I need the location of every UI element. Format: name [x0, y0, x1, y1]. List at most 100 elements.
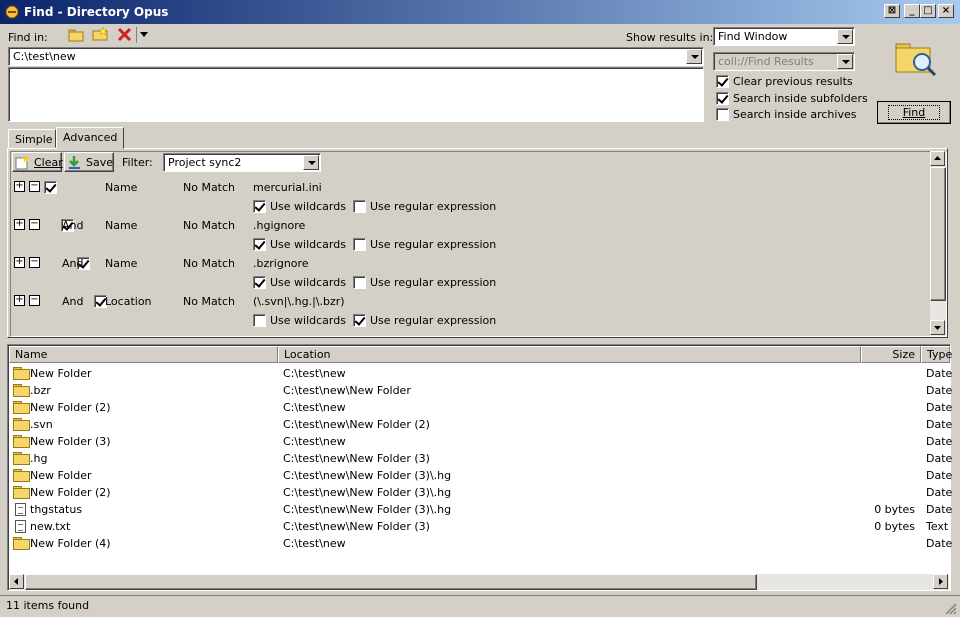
add-clause-icon[interactable]: + — [14, 181, 25, 192]
clause-field[interactable]: Location — [105, 295, 152, 308]
table-row[interactable]: New Folder (2) C:\test\new\New Folder (3)… — [9, 484, 952, 501]
scroll-left-icon[interactable] — [9, 574, 24, 589]
add-clause-icon[interactable]: + — [14, 219, 25, 230]
result-type: Date — [926, 537, 953, 550]
clause-value[interactable]: mercurial.ini — [253, 181, 322, 194]
use-wildcards-checkbox[interactable]: Use wildcards — [253, 275, 346, 289]
scroll-thumb[interactable] — [930, 167, 946, 301]
tab-advanced[interactable]: Advanced — [56, 127, 124, 149]
use-regex-checkbox[interactable]: Use regular expression — [353, 275, 496, 289]
clause-value[interactable]: (\.svn|\.hg.|\.bzr) — [253, 295, 345, 308]
column-header-size[interactable]: Size — [861, 346, 921, 363]
browse-folder-icon[interactable] — [68, 27, 84, 43]
table-row[interactable]: New Folder (4) C:\test\new Date — [9, 535, 953, 552]
maximize-button[interactable]: □ — [920, 4, 936, 18]
checkbox-unchecked[interactable] — [716, 107, 729, 121]
scroll-down-icon[interactable] — [930, 320, 945, 335]
checkbox-unchecked[interactable] — [253, 313, 266, 327]
table-row[interactable]: New Folder (2) C:\test\new Date — [9, 399, 953, 416]
close-button[interactable]: × — [938, 4, 954, 18]
minimize-button[interactable]: _ — [904, 4, 920, 18]
checkbox-checked[interactable] — [353, 313, 366, 327]
clause-match[interactable]: No Match — [183, 257, 235, 270]
tab-simple[interactable]: Simple — [8, 129, 56, 148]
new-folder-icon[interactable] — [92, 26, 108, 42]
result-type: Date — [926, 401, 953, 414]
checkbox-checked[interactable] — [253, 199, 266, 213]
show-results-select[interactable]: Find Window — [713, 27, 855, 46]
table-row[interactable]: New Folder (3) C:\test\new Date — [9, 433, 952, 450]
table-row[interactable]: .svn C:\test\new\New Folder (2) Date — [9, 416, 952, 433]
checkbox-unchecked[interactable] — [353, 237, 366, 251]
clause-field[interactable]: Name — [105, 181, 137, 194]
folder-icon — [13, 486, 30, 499]
hscroll-thumb[interactable] — [25, 574, 757, 590]
use-regex-checkbox[interactable]: Use regular expression — [353, 199, 496, 213]
scroll-up-icon[interactable] — [930, 151, 945, 166]
scroll-right-icon[interactable] — [933, 574, 948, 589]
checkbox-checked[interactable] — [253, 275, 266, 289]
folder-icon — [13, 452, 30, 465]
checkbox-checked[interactable] — [716, 91, 729, 105]
clause-match[interactable]: No Match — [183, 295, 235, 308]
clause-field[interactable]: Name — [105, 257, 137, 270]
table-row[interactable]: thgstatus C:\test\new\New Folder (3)\.hg 0… — [9, 501, 952, 518]
folder-icon — [13, 537, 30, 550]
add-clause-icon[interactable]: + — [14, 295, 25, 306]
table-row[interactable]: .hg C:\test\new\New Folder (3) Date — [9, 450, 952, 467]
save-button[interactable]: Save — [64, 152, 114, 172]
checkbox-checked[interactable] — [716, 74, 729, 88]
clause-value[interactable]: .bzrignore — [253, 257, 309, 270]
search-archives-checkbox[interactable]: Search inside archives — [716, 107, 856, 121]
checkbox-unchecked[interactable] — [353, 275, 366, 289]
column-header-name[interactable]: Name — [9, 346, 278, 363]
checkbox-unchecked[interactable] — [353, 199, 366, 213]
clause-match[interactable]: No Match — [183, 181, 235, 194]
use-wildcards-checkbox[interactable]: Use wildcards — [253, 199, 346, 213]
chevron-down-icon[interactable] — [303, 155, 319, 170]
chevron-down-icon[interactable] — [686, 49, 702, 64]
add-clause-icon[interactable]: + — [14, 257, 25, 268]
remove-clause-icon[interactable]: − — [29, 257, 40, 268]
use-wildcards-checkbox[interactable]: Use wildcards — [253, 313, 346, 327]
clause-match[interactable]: No Match — [183, 219, 235, 232]
clear-previous-checkbox[interactable]: Clear previous results — [716, 74, 853, 88]
clause-value[interactable]: .hgignore — [253, 219, 305, 232]
column-header-location[interactable]: Location — [278, 346, 861, 363]
result-location: C:\test\new — [283, 367, 346, 380]
clear-button[interactable]: Clear — [12, 152, 63, 172]
use-wildcards-checkbox[interactable]: Use wildcards — [253, 237, 346, 251]
result-type: Date — [926, 367, 953, 380]
delete-icon[interactable] — [117, 27, 132, 42]
find-button[interactable]: Find — [877, 101, 951, 124]
table-row[interactable]: New Folder C:\test\new Date — [9, 365, 953, 382]
clause-join[interactable]: And — [62, 219, 83, 232]
column-header-type[interactable]: Type — [921, 346, 952, 363]
result-name: .bzr — [30, 384, 51, 397]
table-row[interactable]: new.txt C:\test\new\New Folder (3) 0 bytes… — [9, 518, 949, 535]
title-bar: Find - Directory Opus ⊠ _ □ × — [0, 0, 960, 24]
clause-join[interactable]: And — [62, 257, 83, 270]
remove-clause-icon[interactable]: − — [29, 295, 40, 306]
table-row[interactable]: New Folder C:\test\new\New Folder (3)\.hg… — [9, 467, 952, 484]
clause-join[interactable]: And — [62, 295, 83, 308]
remove-clause-icon[interactable]: − — [29, 181, 40, 192]
checkbox-checked[interactable] — [253, 237, 266, 251]
dropdown-arrow-icon[interactable] — [140, 32, 148, 38]
filter-select[interactable]: Project sync2 — [163, 153, 321, 172]
app-icon — [5, 5, 19, 19]
resize-grip-icon[interactable] — [944, 602, 957, 615]
additional-paths-box[interactable] — [8, 67, 704, 122]
clause-field[interactable]: Name — [105, 219, 137, 232]
search-subfolders-checkbox[interactable]: Search inside subfolders — [716, 91, 868, 105]
clear-star-icon — [15, 155, 30, 170]
use-regex-checkbox[interactable]: Use regular expression — [353, 313, 496, 327]
remove-clause-icon[interactable]: − — [29, 219, 40, 230]
pin-icon[interactable]: ⊠ — [884, 4, 900, 18]
find-in-path-input[interactable]: C:\test\new — [8, 47, 704, 66]
clause-enabled-checkbox[interactable] — [44, 180, 57, 194]
chevron-down-icon[interactable] — [837, 29, 853, 44]
table-row[interactable]: .bzr C:\test\new\New Folder Date — [9, 382, 952, 399]
result-location: C:\test\new\New Folder (2) — [283, 418, 430, 431]
use-regex-checkbox[interactable]: Use regular expression — [353, 237, 496, 251]
